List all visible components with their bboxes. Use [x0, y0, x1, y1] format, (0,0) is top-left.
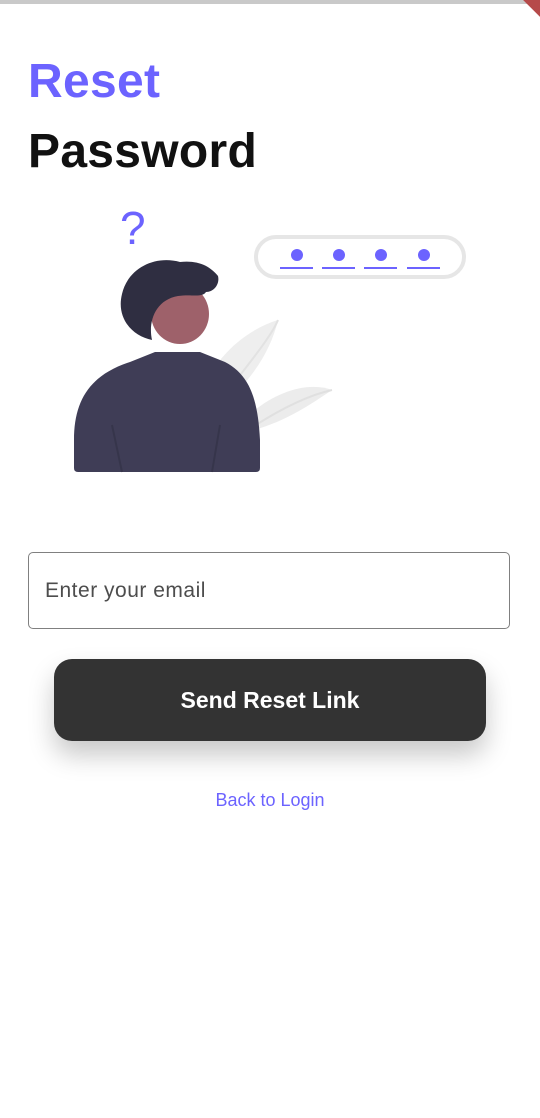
password-bubble	[254, 235, 466, 279]
email-input[interactable]	[45, 553, 485, 628]
send-reset-link-button[interactable]: Send Reset Link	[54, 659, 486, 741]
email-field[interactable]	[28, 552, 510, 629]
page-title-accent: Reset	[28, 55, 161, 108]
reset-password-screen: Reset Password ? Enter your email Send R…	[0, 0, 540, 1118]
debug-banner	[510, 0, 540, 30]
status-divider	[0, 0, 540, 4]
back-to-login-link[interactable]: Back to Login	[0, 790, 540, 811]
question-mark-icon: ?	[120, 202, 146, 254]
forgot-password-illustration: ?	[74, 202, 466, 473]
page-title: Password	[28, 125, 258, 178]
